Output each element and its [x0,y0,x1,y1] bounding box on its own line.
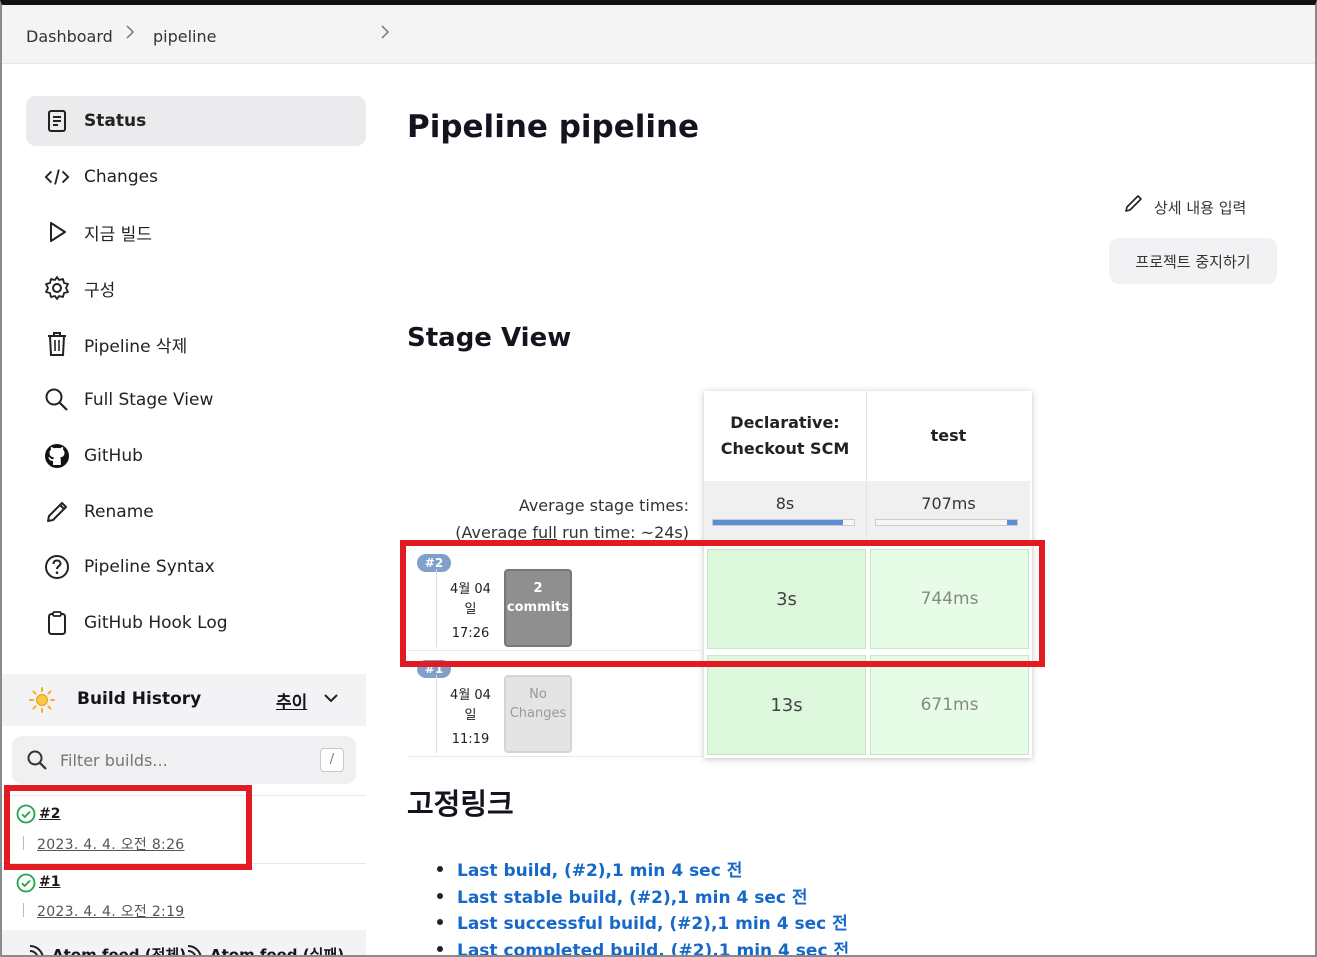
sun-icon [28,686,56,718]
build-row[interactable]: #1 2023. 4. 4. 오전 2:19 [2,863,366,930]
play-icon [44,219,70,245]
avg-time-bar [875,519,1018,526]
filter-builds-input[interactable]: Filter builds... / [12,736,356,784]
sidebar-item-label: GitHub [84,446,143,466]
highlight-box [4,785,252,870]
stage-view-title: Stage View [407,323,572,353]
permalink-last-successful[interactable]: Last successful build, (#2),1 min 4 sec … [435,909,849,936]
chevron-right-icon [124,24,136,44]
sidebar-item-pipeline-syntax[interactable]: Pipeline Syntax [26,542,366,592]
run-date: 4월 04 일 11:19 [436,675,504,753]
shortcut-key: / [320,748,344,772]
run-date-line: 4월 04 [450,688,491,703]
sidebar-item-status[interactable]: Status [26,96,366,146]
rss-icon [186,943,204,955]
sidebar-item-label: Changes [84,167,158,187]
build-history-title: Build History [77,689,202,709]
rss-icon [28,943,46,955]
sidebar-item-full-stage-view[interactable]: Full Stage View [26,375,366,425]
filter-placeholder: Filter builds... [60,751,168,770]
search-icon [26,749,48,775]
sidebar-item-build-now[interactable]: 지금 빌드 [26,207,366,257]
build-number-link[interactable]: #1 [39,874,60,890]
sidebar-item-rename[interactable]: Rename [26,487,366,537]
sidebar-item-label: 구성 [84,280,116,301]
sidebar-item-github-hook-log[interactable]: GitHub Hook Log [26,598,366,648]
add-description-label: 상세 내용 입력 [1154,199,1247,217]
permalinks-list: Last build, (#2),1 min 4 sec 전 Last stab… [435,856,849,955]
permalink-last-stable[interactable]: Last stable build, (#2),1 min 4 sec 전 [435,883,849,910]
jenkins-window: Dashboard pipeline Status Changes 지금 빌드 … [0,0,1317,957]
run-time: 11:19 [451,732,490,747]
avg-time-value: 707ms [921,494,976,513]
avg-stage-time: 707ms [867,481,1030,541]
success-icon [16,873,36,897]
stage-header: test [867,391,1030,481]
avg-time-bar [712,519,855,526]
breadcrumb-pipeline[interactable]: pipeline [153,27,216,46]
disable-project-button[interactable]: 프로젝트 중지하기 [1109,238,1277,284]
run-date-line: 일 [464,708,477,723]
changes-count: No [529,687,547,702]
atom-feed-failed-link[interactable]: Atom feed (실패) [210,944,344,955]
sidebar-item-label: Pipeline 삭제 [84,336,188,357]
changes-label: Changes [509,706,567,721]
page-title: Pipeline pipeline [407,109,700,145]
breadcrumb-dashboard[interactable]: Dashboard [26,27,113,46]
sidebar-item-changes[interactable]: Changes [26,152,366,202]
atom-feeds: Atom feed (전체) Atom feed (실패) [2,930,366,955]
sidebar-item-label: Rename [84,502,154,522]
permalink-last-completed[interactable]: Last completed build, (#2),1 min 4 sec 전 [435,936,849,955]
trend-link[interactable]: 추이 [276,688,307,713]
permalinks-title: 고정링크 [407,787,514,821]
avg-label-line: Average stage times: [518,496,689,515]
sidebar-item-label: 지금 빌드 [84,224,152,245]
github-icon [44,443,70,469]
sidebar-item-github[interactable]: GitHub [26,431,366,481]
document-icon [44,108,70,134]
sidebar-item-label: Full Stage View [84,390,214,410]
avg-time-bar-fill [713,520,843,525]
help-icon [44,554,70,580]
changes-box[interactable]: No Changes [504,675,572,753]
stage-cell[interactable]: 13s [707,655,866,755]
sidebar-item-label: Status [84,111,147,131]
sidebar-item-configure[interactable]: 구성 [26,263,366,313]
avg-stage-time: 8s [704,481,867,541]
avg-time-bar-fill [1007,520,1017,525]
avg-times-label: Average stage times: (Average full run t… [407,492,689,546]
highlight-box [400,540,1045,667]
code-icon [44,164,70,190]
sidebar-item-label: GitHub Hook Log [84,613,228,633]
stage-cell[interactable]: 671ms [870,655,1029,755]
search-icon [44,387,70,413]
pencil-icon [44,499,70,525]
atom-feed-all-link[interactable]: Atom feed (전체) [52,944,186,955]
build-date-link[interactable]: 2023. 4. 4. 오전 2:19 [37,901,185,921]
build-history-header: Build History 추이 [2,674,366,726]
divider [23,903,24,917]
permalink-last-build[interactable]: Last build, (#2),1 min 4 sec 전 [435,856,849,883]
stage-header: Declarative: Checkout SCM [704,391,867,481]
sidebar-item-delete-pipeline[interactable]: Pipeline 삭제 [26,319,366,369]
clipboard-icon [44,610,70,636]
gear-icon [44,275,70,301]
trash-icon [44,331,70,357]
pencil-icon [1124,193,1144,217]
chevron-right-icon[interactable] [379,24,391,44]
breadcrumb: Dashboard pipeline [2,5,1315,64]
avg-time-value: 8s [775,494,795,513]
chevron-down-icon[interactable] [322,688,340,712]
sidebar-item-label: Pipeline Syntax [84,557,215,577]
